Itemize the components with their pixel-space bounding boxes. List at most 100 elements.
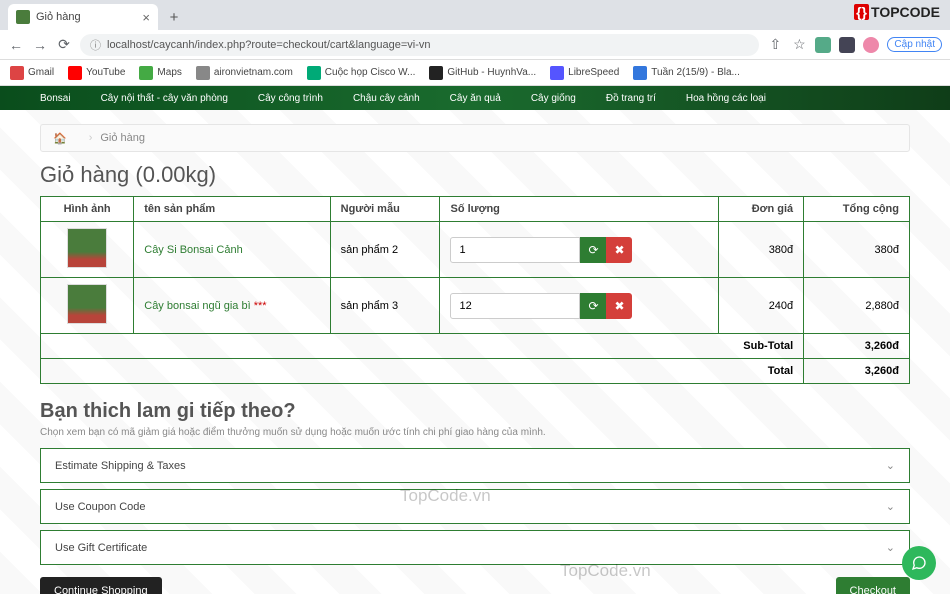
extension-icon[interactable]	[839, 37, 855, 53]
refresh-icon[interactable]: ⟳	[580, 293, 606, 319]
bookmark-item[interactable]: aironvietnam.com	[196, 66, 293, 80]
bookmark-item[interactable]: LibreSpeed	[550, 66, 619, 80]
subtotal-value: 3,260đ	[804, 334, 910, 359]
subtotal-label: Sub-Total	[41, 334, 804, 359]
bookmark-item[interactable]: GitHub - HuynhVa...	[429, 66, 536, 80]
remove-icon[interactable]: ✖	[606, 293, 632, 319]
nav-item[interactable]: Chậu cây cảnh	[353, 93, 420, 104]
table-row: Cây Si Bonsai Cảnh sản phẩm 2 ⟳ ✖ 380đ 3…	[41, 222, 910, 278]
accordion-label: Use Gift Certificate	[55, 542, 147, 554]
bookmark-item[interactable]: Gmail	[10, 66, 54, 80]
page-title: Giỏ hàng (0.00kg)	[40, 162, 910, 188]
doc-icon	[633, 66, 647, 80]
checkout-button[interactable]: Checkout	[836, 577, 910, 594]
bookmark-item[interactable]: Tuần 2(15/9) - Bla...	[633, 66, 740, 80]
address-bar[interactable]: ⓘ localhost/caycanh/index.php?route=chec…	[80, 34, 759, 56]
extension-icon[interactable]	[815, 37, 831, 53]
remove-icon[interactable]: ✖	[606, 237, 632, 263]
chevron-down-icon: ⌄	[886, 459, 895, 472]
gmail-icon	[10, 66, 24, 80]
chevron-down-icon: ⌄	[886, 500, 895, 513]
back-icon[interactable]: ←	[8, 37, 24, 53]
reload-icon[interactable]: ⟳	[56, 36, 72, 53]
total-value: 3,260đ	[804, 359, 910, 384]
row-total: 380đ	[804, 222, 910, 278]
forward-icon[interactable]: →	[32, 37, 48, 53]
new-tab-button[interactable]: +	[164, 7, 184, 27]
nav-item[interactable]: Cây công trình	[258, 93, 323, 104]
bookmark-star-icon[interactable]: ☆	[791, 36, 807, 53]
nav-item[interactable]: Cây giống	[531, 93, 576, 104]
category-nav: Bonsai Cây nội thất - cây văn phòng Cây …	[0, 86, 950, 110]
next-steps-desc: Chọn xem bạn có mã giảm giá hoặc điểm th…	[40, 427, 910, 438]
update-button[interactable]: Cập nhật	[887, 37, 942, 52]
th-qty: Số lượng	[440, 197, 718, 222]
profile-avatar-icon[interactable]	[863, 37, 879, 53]
product-model: sản phẩm 3	[330, 278, 440, 334]
chat-bubble-icon[interactable]	[902, 546, 936, 580]
nav-item[interactable]: Hoa hồng các loại	[686, 93, 766, 104]
site-icon	[196, 66, 210, 80]
unit-price: 240đ	[718, 278, 804, 334]
accordion-label: Estimate Shipping & Taxes	[55, 460, 186, 472]
unit-price: 380đ	[718, 222, 804, 278]
accordion-coupon[interactable]: Use Coupon Code ⌄	[40, 489, 910, 524]
th-total: Tổng cộng	[804, 197, 910, 222]
table-row: Cây bonsai ngũ gia bì *** sản phẩm 3 ⟳ ✖…	[41, 278, 910, 334]
qty-input[interactable]	[450, 237, 580, 263]
favicon-icon	[16, 10, 30, 24]
tab-title: Giỏ hàng	[36, 11, 81, 23]
accordion-gift[interactable]: Use Gift Certificate ⌄	[40, 530, 910, 565]
bookmark-item[interactable]: Cuộc họp Cisco W...	[307, 66, 416, 80]
th-model: Người mẫu	[330, 197, 440, 222]
breadcrumb: 🏠 › Giỏ hàng	[40, 124, 910, 152]
cart-table: Hình ảnh tên sản phẩm Người mẫu Số lượng…	[40, 196, 910, 384]
url-text: localhost/caycanh/index.php?route=checko…	[107, 39, 431, 51]
maps-icon	[139, 66, 153, 80]
github-icon	[429, 66, 443, 80]
home-icon[interactable]: 🏠	[53, 132, 67, 145]
nav-item[interactable]: Cây ăn quả	[450, 93, 501, 104]
breadcrumb-sep: ›	[89, 132, 93, 144]
product-thumb[interactable]	[67, 284, 107, 324]
required-marker: ***	[254, 300, 267, 312]
breadcrumb-current[interactable]: Giỏ hàng	[100, 132, 145, 144]
site-info-icon[interactable]: ⓘ	[90, 37, 101, 53]
browser-tab[interactable]: Giỏ hàng ×	[8, 4, 158, 30]
row-total: 2,880đ	[804, 278, 910, 334]
topcode-logo: {}TOPCODE	[854, 4, 940, 20]
refresh-icon[interactable]: ⟳	[580, 237, 606, 263]
continue-shopping-button[interactable]: Continue Shopping	[40, 577, 162, 594]
bookmark-item[interactable]: Maps	[139, 66, 181, 80]
qty-group: ⟳ ✖	[450, 293, 707, 319]
browser-tab-strip: Giỏ hàng × +	[0, 0, 950, 30]
nav-item[interactable]: Cây nội thất - cây văn phòng	[101, 93, 228, 104]
product-name-link[interactable]: Cây Si Bonsai Cảnh	[144, 244, 242, 256]
share-icon[interactable]: ⇧	[767, 36, 783, 53]
product-model: sản phẩm 2	[330, 222, 440, 278]
product-name-link[interactable]: Cây bonsai ngũ gia bì	[144, 300, 250, 312]
th-price: Đơn giá	[718, 197, 804, 222]
nav-item[interactable]: Bonsai	[40, 93, 71, 104]
browser-toolbar: ← → ⟳ ⓘ localhost/caycanh/index.php?rout…	[0, 30, 950, 60]
accordion-label: Use Coupon Code	[55, 501, 146, 513]
th-name: tên sản phẩm	[134, 197, 330, 222]
cisco-icon	[307, 66, 321, 80]
nav-item[interactable]: Đồ trang trí	[606, 93, 656, 104]
total-label: Total	[41, 359, 804, 384]
bookmarks-bar: Gmail YouTube Maps aironvietnam.com Cuộc…	[0, 60, 950, 86]
librespeed-icon	[550, 66, 564, 80]
bookmark-item[interactable]: YouTube	[68, 66, 125, 80]
youtube-icon	[68, 66, 82, 80]
chevron-down-icon: ⌄	[886, 541, 895, 554]
total-row: Total 3,260đ	[41, 359, 910, 384]
qty-input[interactable]	[450, 293, 580, 319]
product-thumb[interactable]	[67, 228, 107, 268]
close-tab-icon[interactable]: ×	[142, 10, 150, 25]
accordion-shipping[interactable]: Estimate Shipping & Taxes ⌄	[40, 448, 910, 483]
next-steps-title: Bạn thich lam gi tiếp theo?	[40, 400, 910, 423]
subtotal-row: Sub-Total 3,260đ	[41, 334, 910, 359]
action-buttons: Continue Shopping Checkout	[40, 577, 910, 594]
qty-group: ⟳ ✖	[450, 237, 707, 263]
th-image: Hình ảnh	[41, 197, 134, 222]
